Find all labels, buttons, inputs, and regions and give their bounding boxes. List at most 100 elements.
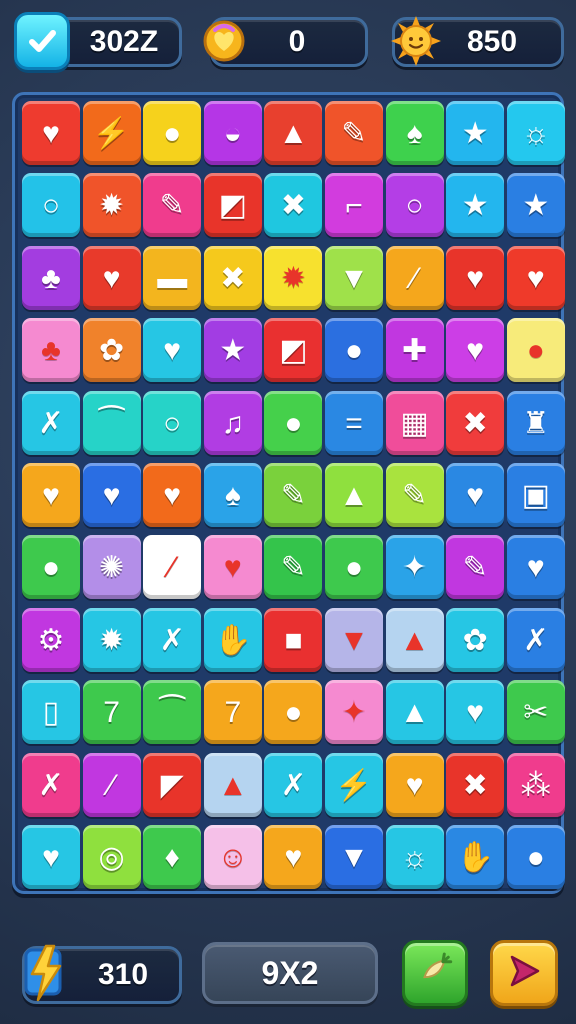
tile-cross[interactable]: ✖ [264, 173, 323, 238]
tile-ball[interactable]: ● [143, 101, 202, 165]
tile-sun[interactable]: ☼ [385, 825, 444, 889]
tile-cross[interactable]: ✗ [506, 607, 565, 672]
tile-leaf[interactable]: ✿ [446, 607, 505, 672]
tile-splat[interactable]: ✹ [264, 245, 323, 310]
lightning-ticket-icon[interactable] [16, 938, 76, 1008]
tile-blob[interactable]: ● [264, 390, 323, 455]
tile-jar[interactable]: ▯ [22, 680, 80, 745]
tile-cross[interactable]: ✗ [143, 607, 202, 672]
tile-heart[interactable]: ♥ [385, 752, 444, 817]
tile-drop[interactable]: ▲ [385, 680, 444, 745]
tile-gear[interactable]: ⚙ [22, 607, 80, 672]
tile-target[interactable]: ◎ [82, 825, 141, 889]
tile-jar[interactable]: ♜ [506, 390, 565, 455]
tile-ball[interactable]: ● [506, 318, 565, 383]
tile-heart[interactable]: ♥ [82, 245, 141, 310]
tile-bell[interactable]: ▲ [264, 101, 323, 165]
tile-heart[interactable]: ♥ [203, 535, 262, 600]
tile-heart[interactable]: ♥ [22, 101, 80, 165]
tile-ball[interactable]: ● [325, 318, 383, 383]
tile-pencil[interactable]: ✎ [143, 173, 202, 238]
tile-star[interactable]: ★ [203, 318, 262, 383]
tile-cross[interactable]: ✗ [264, 752, 323, 817]
tile-box[interactable]: ◩ [264, 318, 323, 383]
tile-heart[interactable]: ♥ [446, 463, 505, 527]
tile-heart[interactable]: ♥ [143, 463, 202, 527]
tile-cross[interactable]: ✖ [203, 245, 262, 310]
tile-pencil[interactable]: ✎ [385, 463, 444, 527]
tile-bolt[interactable]: ⚡ [82, 101, 141, 165]
tile-bowl[interactable]: ◒ [203, 101, 262, 165]
tile-blob[interactable]: ● [22, 535, 80, 600]
tile-hand[interactable]: ✋ [203, 607, 262, 672]
tile-cross[interactable]: ✗ [22, 752, 80, 817]
tile-gem[interactable]: ♦ [143, 825, 202, 889]
tile-sun[interactable]: ✹ [82, 607, 141, 672]
tile-flag[interactable]: ▬ [143, 245, 202, 310]
tile-bolt[interactable]: ⚡ [325, 752, 383, 817]
tile-heart[interactable]: ♥ [264, 825, 323, 889]
tile-seven[interactable]: 7 [82, 680, 141, 745]
tile-cross[interactable]: ✖ [446, 390, 505, 455]
tile-sun[interactable]: ✺ [82, 535, 141, 600]
tile-box[interactable]: ◩ [203, 173, 262, 238]
tile-heart[interactable]: ♥ [143, 318, 202, 383]
tile-bean[interactable]: ⁀ [143, 680, 202, 745]
tile-cup[interactable]: ▼ [325, 245, 383, 310]
tile-heart[interactable]: ♥ [22, 825, 80, 889]
tile-star[interactable]: ★ [446, 101, 505, 165]
tile-seven[interactable]: 7 [203, 680, 262, 745]
tile-heart[interactable]: ♥ [446, 245, 505, 310]
tile-hand[interactable]: ✋ [446, 825, 505, 889]
tile-grapes[interactable]: ⁂ [506, 752, 565, 817]
tile-ball[interactable]: ● [506, 825, 565, 889]
tile-star[interactable]: ✦ [385, 535, 444, 600]
tile-grid[interactable]: ▦ [385, 390, 444, 455]
tile-heart[interactable]: ♥ [446, 318, 505, 383]
tile-pencil[interactable]: ✎ [264, 463, 323, 527]
hint-button[interactable] [402, 940, 468, 1006]
tile-pencil[interactable]: ✎ [446, 535, 505, 600]
tile-heart[interactable]: ♥ [22, 463, 80, 527]
tile-hammer[interactable]: ⌐ [325, 173, 383, 238]
tile-flower[interactable]: ✿ [82, 318, 141, 383]
tile-scissors[interactable]: ✂ [506, 680, 565, 745]
tile-heart[interactable]: ♥ [506, 535, 565, 600]
tile-smiley[interactable]: ☺ [203, 825, 262, 889]
tile-sparkle[interactable]: ✦ [325, 680, 383, 745]
tile-leaf[interactable]: ♣ [22, 245, 80, 310]
tile-heart[interactable]: ♥ [506, 245, 565, 310]
tile-cross[interactable]: ✖ [446, 752, 505, 817]
tile-cup[interactable]: ▼ [325, 607, 383, 672]
tile-star[interactable]: ★ [506, 173, 565, 238]
tile-ball[interactable]: ● [264, 680, 323, 745]
tile-flag[interactable]: ◤ [143, 752, 202, 817]
tile-cone[interactable]: ▲ [325, 463, 383, 527]
tile-sun[interactable]: ✹ [82, 173, 141, 238]
tile-candy[interactable]: ✚ [385, 318, 444, 383]
tile-wand[interactable]: ⁄ [385, 245, 444, 310]
grid-size-button[interactable]: 9X2 [202, 942, 378, 1004]
tile-cross[interactable]: ✗ [22, 390, 80, 455]
tile-equal[interactable]: = [325, 390, 383, 455]
tile-cone[interactable]: ▲ [385, 607, 444, 672]
play-button[interactable] [490, 940, 558, 1006]
tile-cup[interactable]: ▼ [325, 825, 383, 889]
tile-box[interactable]: ▣ [506, 463, 565, 527]
tile-leaf[interactable]: ♠ [385, 101, 444, 165]
tile-wand[interactable]: ⁄ [143, 535, 202, 600]
tile-cone[interactable]: ▲ [203, 752, 262, 817]
tile-pencil[interactable]: ✎ [264, 535, 323, 600]
tile-blob[interactable]: ♠ [203, 463, 262, 527]
tile-ring[interactable]: ○ [143, 390, 202, 455]
tile-cloud[interactable]: ♣ [22, 318, 80, 383]
tile-star[interactable]: ★ [446, 173, 505, 238]
tile-wand[interactable]: ⁄ [82, 752, 141, 817]
tile-heart[interactable]: ♥ [82, 463, 141, 527]
tile-bean[interactable]: ⁀ [82, 390, 141, 455]
checkmark-icon[interactable] [14, 12, 70, 70]
tile-heart[interactable]: ♥ [446, 680, 505, 745]
tile-ring[interactable]: ○ [385, 173, 444, 238]
tile-note[interactable]: ♫ [203, 390, 262, 455]
tile-blob[interactable]: ● [325, 535, 383, 600]
